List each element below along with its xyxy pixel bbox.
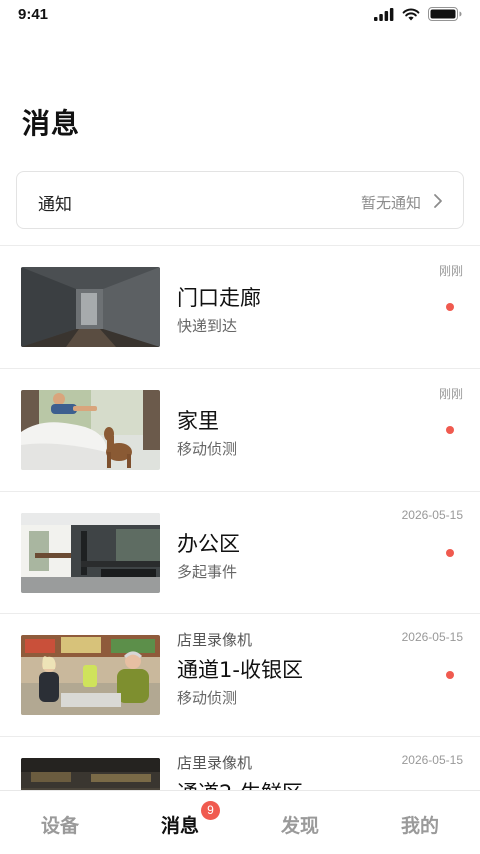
message-item-home[interactable]: 家里 移动侦测 刚刚 bbox=[0, 369, 480, 492]
unread-count-badge: 9 bbox=[201, 801, 220, 820]
message-subtitle: 多起事件 bbox=[177, 562, 238, 581]
chevron-right-icon bbox=[434, 194, 442, 208]
message-subtitle: 快递到达 bbox=[177, 317, 238, 335]
tab-discover[interactable]: 发现 bbox=[240, 791, 360, 854]
message-subtitle: 移动侦测 bbox=[177, 439, 238, 458]
status-icons bbox=[374, 7, 462, 21]
notification-card[interactable]: 通知 暂无通知 bbox=[16, 171, 464, 229]
message-item-office[interactable]: 办公区 多起事件 2026-05-15 bbox=[0, 492, 480, 615]
wifi-icon bbox=[402, 8, 420, 20]
message-time: 2026-05-15 bbox=[401, 753, 463, 768]
page-title: 消息 bbox=[22, 107, 81, 140]
camera-snapshot-thumbnail bbox=[21, 512, 160, 593]
message-time: 2026-05-15 bbox=[401, 507, 463, 522]
cellular-signal-icon bbox=[374, 7, 394, 21]
message-time: 刚刚 bbox=[438, 386, 463, 401]
message-title: 家里 bbox=[177, 408, 219, 433]
notification-label: 通知 bbox=[38, 195, 72, 215]
tab-label: 我的 bbox=[400, 815, 439, 837]
camera-snapshot-thumbnail bbox=[21, 635, 160, 716]
message-title: 门口走廊 bbox=[177, 286, 261, 310]
message-title: 办公区 bbox=[177, 531, 240, 556]
notification-status: 暂无通知 bbox=[360, 194, 421, 212]
message-device: 店里录像机 bbox=[177, 754, 253, 773]
status-bar: 9:41 bbox=[0, 0, 480, 30]
unread-dot bbox=[446, 548, 454, 557]
message-time: 2026-05-15 bbox=[401, 630, 463, 645]
message-device: 店里录像机 bbox=[177, 631, 253, 650]
message-title: 通道1-收银区 bbox=[177, 658, 303, 683]
unread-dot bbox=[446, 671, 454, 680]
tab-label: 设备 bbox=[40, 815, 79, 837]
battery-icon bbox=[428, 7, 462, 21]
tab-devices[interactable]: 设备 bbox=[0, 791, 120, 854]
status-time: 9:41 bbox=[18, 6, 49, 23]
unread-dot bbox=[446, 303, 454, 311]
tab-label: 发现 bbox=[280, 815, 319, 837]
bottom-tab-bar: 设备 消息 9 发现 我的 bbox=[0, 790, 480, 854]
message-item-cashier[interactable]: 店里录像机 通道1-收银区 移动侦测 2026-05-15 bbox=[0, 614, 480, 738]
unread-dot bbox=[446, 425, 454, 434]
tab-messages[interactable]: 消息 9 bbox=[120, 791, 240, 854]
message-item-corridor[interactable]: 门口走廊 快递到达 刚刚 bbox=[0, 246, 480, 369]
tab-mine[interactable]: 我的 bbox=[360, 791, 480, 854]
camera-snapshot-thumbnail bbox=[21, 267, 160, 347]
message-time: 刚刚 bbox=[438, 264, 463, 278]
camera-snapshot-thumbnail bbox=[21, 389, 160, 470]
tab-label: 消息 bbox=[160, 815, 199, 837]
message-subtitle: 移动侦测 bbox=[177, 689, 238, 708]
message-list: 门口走廊 快递到达 刚刚 家里 移动侦测 刚刚 办公区 多起事件 2026-05… bbox=[0, 246, 480, 854]
